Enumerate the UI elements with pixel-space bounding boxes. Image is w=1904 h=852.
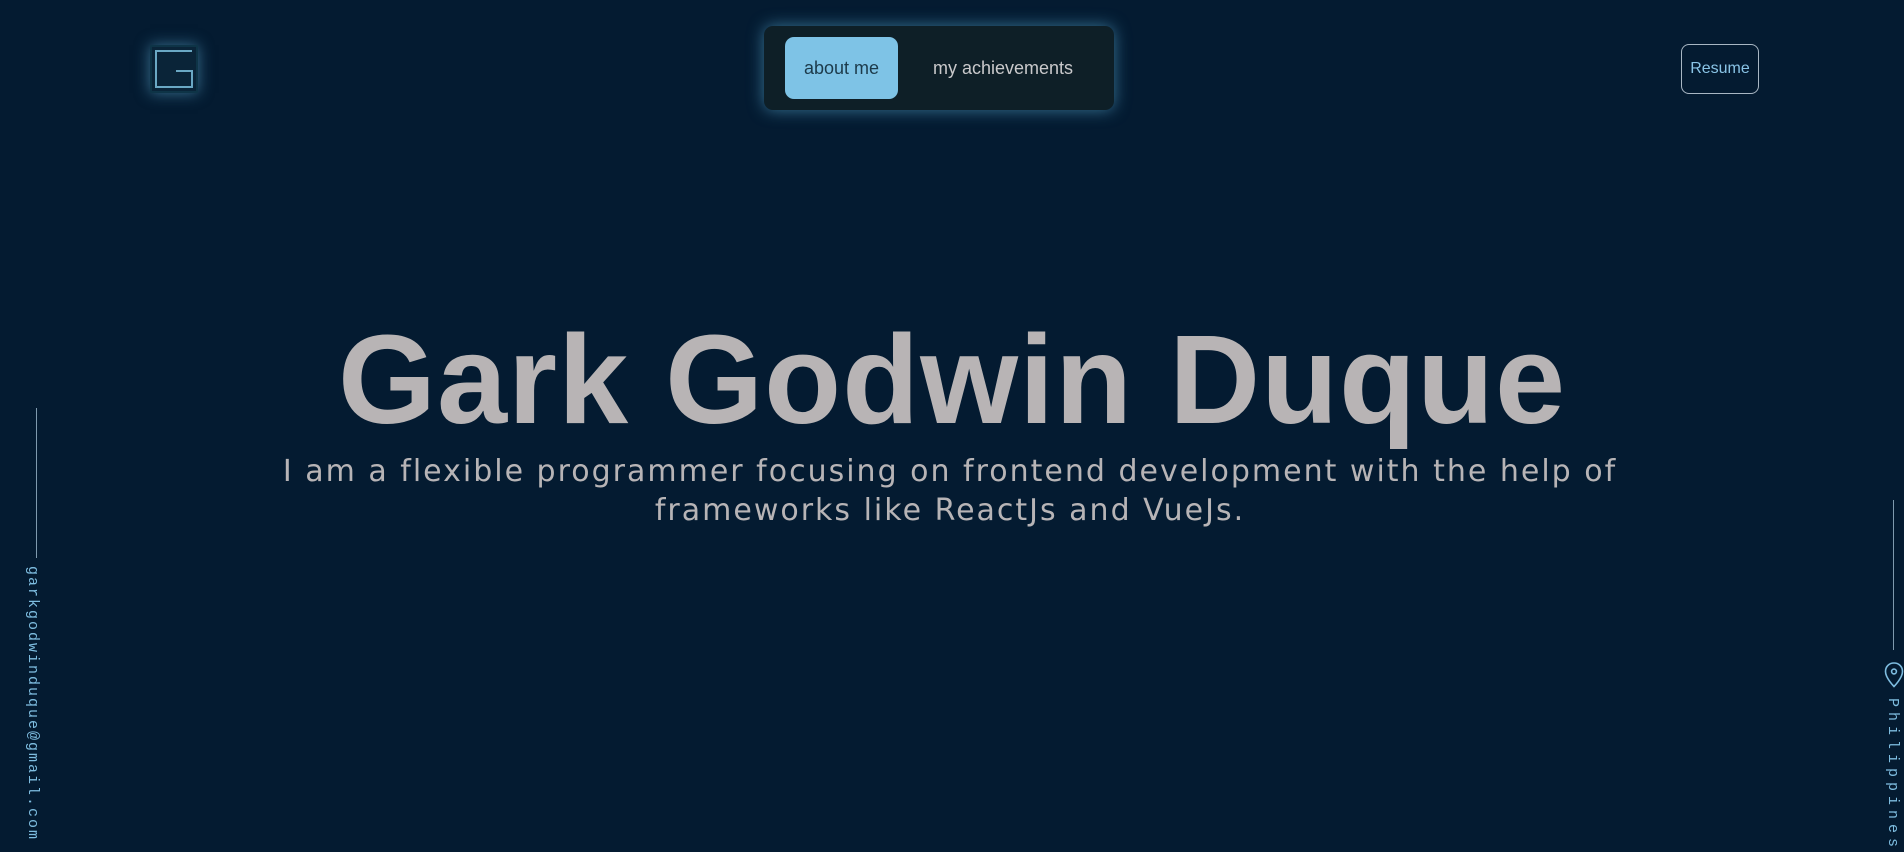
location-pin-icon: [1884, 662, 1904, 688]
email-link[interactable]: garkgodwinduque@gmail.com: [24, 566, 41, 841]
logo[interactable]: [150, 45, 198, 93]
tab-my-achievements[interactable]: my achievements: [908, 37, 1098, 99]
main-nav: about me my achievements: [764, 26, 1114, 110]
tab-about-me[interactable]: about me: [785, 37, 898, 99]
hero-tagline: I am a flexible programmer focusing on f…: [282, 454, 1618, 528]
hero-name: Gark Godwin Duque: [337, 309, 1567, 450]
left-divider: [36, 408, 37, 558]
resume-button[interactable]: Resume: [1681, 44, 1759, 94]
g-logo-icon: [155, 50, 193, 88]
right-divider: [1893, 500, 1894, 650]
location-text: Philippines: [1884, 698, 1901, 852]
